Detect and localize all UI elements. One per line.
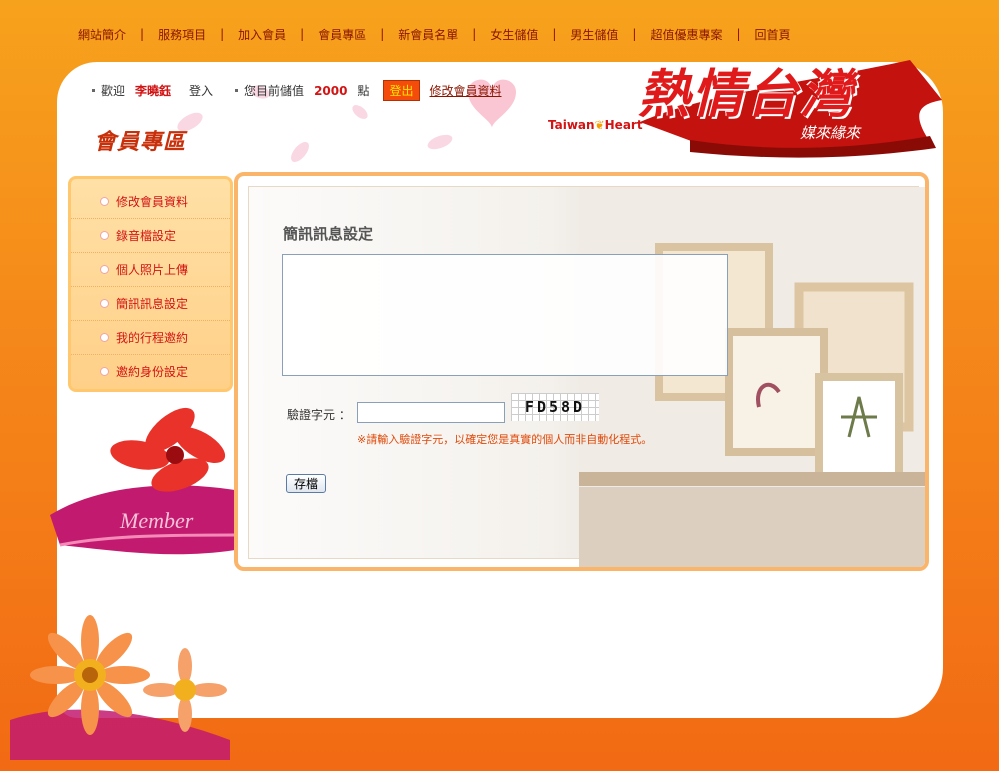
member-side-menu: 修改會員資料 錄音檔設定 個人照片上傳 簡訊訊息設定 我的行程邀約 邀約身份設定 <box>68 176 233 392</box>
nav-new-members[interactable]: 新會員名單 <box>390 26 466 43</box>
nav-separator: | <box>632 27 637 41</box>
side-item-sms-settings[interactable]: 簡訊訊息設定 <box>71 287 230 321</box>
section-title: 會員專區 <box>94 130 187 155</box>
nav-male-topup[interactable]: 男生儲值 <box>562 26 626 43</box>
side-item-edit-profile[interactable]: 修改會員資料 <box>71 185 230 219</box>
nav-separator: | <box>220 27 225 41</box>
bullet-icon <box>101 266 108 273</box>
brand-english-logo: Taiwan❦Heart <box>548 118 643 132</box>
nav-member-area[interactable]: 會員專區 <box>310 26 374 43</box>
nav-home[interactable]: 回首頁 <box>747 26 799 43</box>
panel-title: 簡訊訊息設定 <box>283 225 374 243</box>
edit-profile-link[interactable]: 修改會員資料 <box>430 82 502 99</box>
balance-label: 您目前儲值 <box>244 84 305 98</box>
main-panel: 簡訊訊息設定 驗證字元 ： FD58D ※請輸入驗證字元，以確定您是真實的個人而… <box>234 172 929 571</box>
bullet-icon <box>101 300 108 307</box>
balance-unit: 點 <box>357 84 370 98</box>
nav-separator: | <box>552 27 557 41</box>
captcha-image: FD58D <box>511 393 599 421</box>
nav-female-topup[interactable]: 女生儲值 <box>482 26 546 43</box>
side-item-label: 簡訊訊息設定 <box>116 297 189 311</box>
nav-site-intro[interactable]: 網站簡介 <box>70 26 134 43</box>
brand-slogan: 媒來緣來 <box>800 124 861 142</box>
sms-message-textarea[interactable] <box>282 254 728 376</box>
bullet-icon <box>235 89 239 92</box>
flower-member-decoration: Member <box>50 407 235 555</box>
bullet-icon <box>101 198 108 205</box>
verify-note: ※請輸入驗證字元，以確定您是真實的個人而非自動化程式。 <box>357 433 653 446</box>
save-button[interactable]: 存檔 <box>286 474 326 493</box>
nav-join[interactable]: 加入會員 <box>230 26 294 43</box>
brand-english-prefix: Taiwan <box>548 118 595 132</box>
side-item-invite-identity[interactable]: 邀約身份設定 <box>71 355 230 388</box>
top-nav: 網站簡介 | 服務項目 | 加入會員 | 會員專區 | 新會員名單 | 女生儲值 | 男生儲… <box>70 24 799 44</box>
nav-separator: | <box>472 27 477 41</box>
side-item-label: 錄音檔設定 <box>116 229 177 243</box>
nav-separator: | <box>380 27 385 41</box>
gerbera-flower-decoration <box>10 615 230 760</box>
verify-label: 驗證字元 ： <box>287 408 351 422</box>
verify-code-input[interactable] <box>357 402 505 423</box>
side-item-photo-upload[interactable]: 個人照片上傳 <box>71 253 230 287</box>
nav-separator: | <box>140 27 145 41</box>
username: 李曉鈺 <box>135 84 172 98</box>
side-item-label: 修改會員資料 <box>116 195 189 209</box>
user-status-bar: 歡迎 李曉鈺 登入 您目前儲值 2000 點 登出 修改會員資料 <box>92 80 502 101</box>
welcome-label: 歡迎 <box>101 84 126 98</box>
picture-frames-photo <box>579 187 925 567</box>
member-ribbon-text: Member <box>119 508 194 533</box>
bullet-icon <box>101 232 108 239</box>
nav-separator: | <box>736 27 741 41</box>
side-item-audio-settings[interactable]: 錄音檔設定 <box>71 219 230 253</box>
logout-button[interactable]: 登出 <box>383 80 420 101</box>
side-item-label: 個人照片上傳 <box>116 263 189 277</box>
bullet-icon <box>92 89 95 92</box>
side-item-label: 邀約身份設定 <box>116 365 189 379</box>
side-item-label: 我的行程邀約 <box>116 331 189 345</box>
nav-services[interactable]: 服務項目 <box>150 26 214 43</box>
bullet-icon <box>101 368 108 375</box>
balance-value: 2000 <box>314 83 348 98</box>
side-item-my-invitations[interactable]: 我的行程邀約 <box>71 321 230 355</box>
brand-chinese-logo: 熱情台灣 <box>638 65 855 125</box>
login-label: 登入 <box>189 84 214 98</box>
person-heart-icon: ❦ <box>594 118 605 132</box>
nav-separator: | <box>300 27 305 41</box>
bullet-icon <box>101 334 108 341</box>
panel-background: 簡訊訊息設定 驗證字元 ： FD58D ※請輸入驗證字元，以確定您是真實的個人而… <box>248 186 925 567</box>
nav-special-offers[interactable]: 超值優惠專案 <box>642 26 730 43</box>
